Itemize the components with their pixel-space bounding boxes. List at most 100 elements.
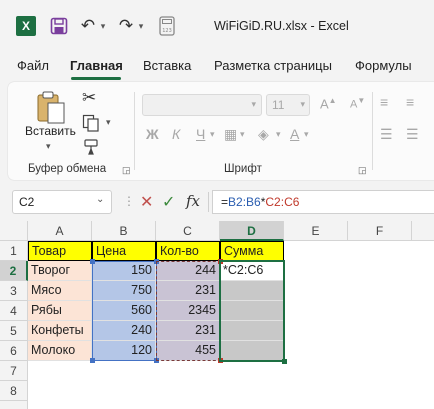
chevron-down-icon[interactable]: ⌄ bbox=[96, 194, 104, 205]
format-painter-icon[interactable] bbox=[82, 138, 100, 161]
table-cell[interactable]: 231 bbox=[156, 321, 220, 341]
table-cell[interactable]: 120 bbox=[92, 341, 156, 361]
copy-dropdown-icon[interactable]: ▾ bbox=[106, 117, 111, 128]
range-handle[interactable] bbox=[218, 259, 223, 264]
cancel-icon[interactable]: ✕ bbox=[140, 192, 153, 212]
underline-button[interactable]: Ч bbox=[196, 126, 205, 142]
row-header-5[interactable]: 5 bbox=[0, 321, 28, 341]
underline-dropdown-icon[interactable]: ▾ bbox=[210, 129, 215, 140]
paste-icon[interactable] bbox=[34, 89, 68, 125]
font-color-icon[interactable]: A bbox=[290, 126, 299, 142]
table-cell[interactable]: Молоко bbox=[28, 341, 92, 361]
enter-icon[interactable]: ✓ bbox=[162, 192, 175, 212]
row-header-4[interactable]: 4 bbox=[0, 301, 28, 321]
column-header-b[interactable]: B bbox=[92, 221, 156, 241]
range-handle[interactable] bbox=[154, 259, 159, 264]
tab-home[interactable]: Главная bbox=[70, 58, 123, 73]
table-cell[interactable]: Мясо bbox=[28, 281, 92, 301]
column-header-g[interactable] bbox=[412, 221, 434, 241]
column-header-c[interactable]: C bbox=[156, 221, 220, 241]
tab-insert[interactable]: Вставка bbox=[143, 58, 191, 73]
table-cell[interactable]: 560 bbox=[92, 301, 156, 321]
borders-icon[interactable]: ▦ bbox=[224, 126, 237, 143]
fill-color-icon[interactable]: ◈ bbox=[258, 126, 269, 143]
italic-button[interactable]: К bbox=[172, 126, 180, 142]
range-handle[interactable] bbox=[218, 358, 223, 363]
fill-handle[interactable] bbox=[282, 359, 287, 364]
row-header-3[interactable]: 3 bbox=[0, 281, 28, 301]
table-cell[interactable]: 2345 bbox=[156, 301, 220, 321]
save-icon[interactable] bbox=[50, 16, 68, 36]
ribbon-divider bbox=[372, 92, 373, 170]
column-header-d[interactable]: D bbox=[220, 221, 284, 241]
column-header-a[interactable]: A bbox=[28, 221, 92, 241]
table-cell[interactable]: 750 bbox=[92, 281, 156, 301]
tab-page-layout[interactable]: Разметка страницы bbox=[214, 58, 332, 73]
table-cell[interactable] bbox=[220, 281, 284, 301]
active-cell-editor[interactable]: *C2:C6 bbox=[220, 261, 284, 281]
formula-input[interactable]: =B2:B6*C2:C6 bbox=[212, 190, 434, 214]
font-launcher-icon[interactable]: ◲ bbox=[358, 165, 367, 176]
range-handle[interactable] bbox=[90, 259, 95, 264]
header-cell-product[interactable]: Товар bbox=[28, 241, 92, 261]
align-top-icon[interactable]: ≡ bbox=[380, 94, 388, 110]
spreadsheet-grid[interactable]: A B C D E F 1 2 3 4 5 6 7 8 Товар Цена К… bbox=[0, 221, 434, 409]
range-handle[interactable] bbox=[90, 358, 95, 363]
table-cell[interactable] bbox=[220, 301, 284, 321]
insert-function-icon[interactable]: fx bbox=[186, 192, 200, 210]
row-header-7[interactable]: 7 bbox=[0, 361, 28, 381]
bold-button[interactable]: Ж bbox=[146, 126, 159, 142]
drag-handle-icon[interactable]: ⋮ bbox=[123, 194, 135, 208]
increase-font-icon[interactable]: A▲ bbox=[320, 96, 337, 111]
ribbon-tabs: Файл Главная Вставка Разметка страницы Ф… bbox=[0, 52, 434, 80]
table-cell[interactable]: 150 bbox=[92, 261, 156, 281]
table-cell[interactable]: 231 bbox=[156, 281, 220, 301]
clipboard-launcher-icon[interactable]: ◲ bbox=[122, 165, 131, 176]
fill-color-dropdown-icon[interactable]: ▾ bbox=[276, 129, 281, 140]
font-name-dropdown[interactable]: ▾ bbox=[142, 94, 262, 116]
chevron-down-icon: ▾ bbox=[300, 99, 305, 109]
font-color-dropdown-icon[interactable]: ▾ bbox=[304, 129, 309, 140]
range-handle[interactable] bbox=[154, 358, 159, 363]
paste-button[interactable]: Вставить bbox=[25, 124, 76, 138]
borders-dropdown-icon[interactable]: ▾ bbox=[240, 129, 245, 140]
table-cell[interactable]: 244 bbox=[156, 261, 220, 281]
decrease-font-icon[interactable]: A▼ bbox=[350, 96, 365, 111]
copy-icon[interactable] bbox=[82, 114, 100, 137]
redo-icon[interactable]: ↷ bbox=[118, 16, 134, 36]
table-cell[interactable]: Творог bbox=[28, 261, 92, 281]
align-middle-icon[interactable]: ≡ bbox=[406, 94, 414, 110]
row-header-6[interactable]: 6 bbox=[0, 341, 28, 361]
tab-file[interactable]: Файл bbox=[17, 58, 49, 73]
row-header-9[interactable] bbox=[0, 401, 28, 409]
formula-prefix: = bbox=[221, 195, 229, 209]
header-cell-qty[interactable]: Кол-во bbox=[156, 241, 220, 261]
align-left-icon[interactable]: ☰ bbox=[380, 126, 393, 143]
font-group-label: Шрифт bbox=[224, 163, 262, 175]
font-size-dropdown[interactable]: 11 ▾ bbox=[266, 94, 310, 116]
table-cell[interactable]: 455 bbox=[156, 341, 220, 361]
undo-dropdown-icon[interactable]: ▾ bbox=[98, 16, 108, 36]
excel-window: X ↶ ▾ ↷ ▾ 123 WiFiGiD.RU.xlsx - Excel Фа… bbox=[0, 0, 434, 409]
table-cell[interactable]: 240 bbox=[92, 321, 156, 341]
table-cell[interactable]: Конфеты bbox=[28, 321, 92, 341]
row-header-1[interactable]: 1 bbox=[0, 241, 28, 261]
tab-formulas[interactable]: Формулы bbox=[355, 58, 412, 73]
column-header-e[interactable]: E bbox=[284, 221, 348, 241]
paste-dropdown-icon[interactable]: ▾ bbox=[46, 141, 51, 152]
table-cell[interactable] bbox=[220, 321, 284, 341]
redo-dropdown-icon[interactable]: ▾ bbox=[136, 16, 146, 36]
undo-icon[interactable]: ↶ bbox=[80, 16, 96, 36]
header-cell-sum[interactable]: Сумма bbox=[220, 241, 284, 261]
name-box-value: C2 bbox=[19, 195, 35, 209]
row-header-8[interactable]: 8 bbox=[0, 381, 28, 401]
table-cell[interactable]: Рябы bbox=[28, 301, 92, 321]
select-all-button[interactable] bbox=[0, 221, 28, 241]
column-header-f[interactable]: F bbox=[348, 221, 412, 241]
cut-icon[interactable]: ✂ bbox=[82, 88, 96, 108]
header-cell-price[interactable]: Цена bbox=[92, 241, 156, 261]
align-center-icon[interactable]: ☰ bbox=[406, 126, 419, 143]
row-header-2[interactable]: 2 bbox=[0, 261, 28, 281]
table-cell[interactable] bbox=[220, 341, 284, 361]
calculator-icon[interactable]: 123 bbox=[158, 16, 176, 36]
